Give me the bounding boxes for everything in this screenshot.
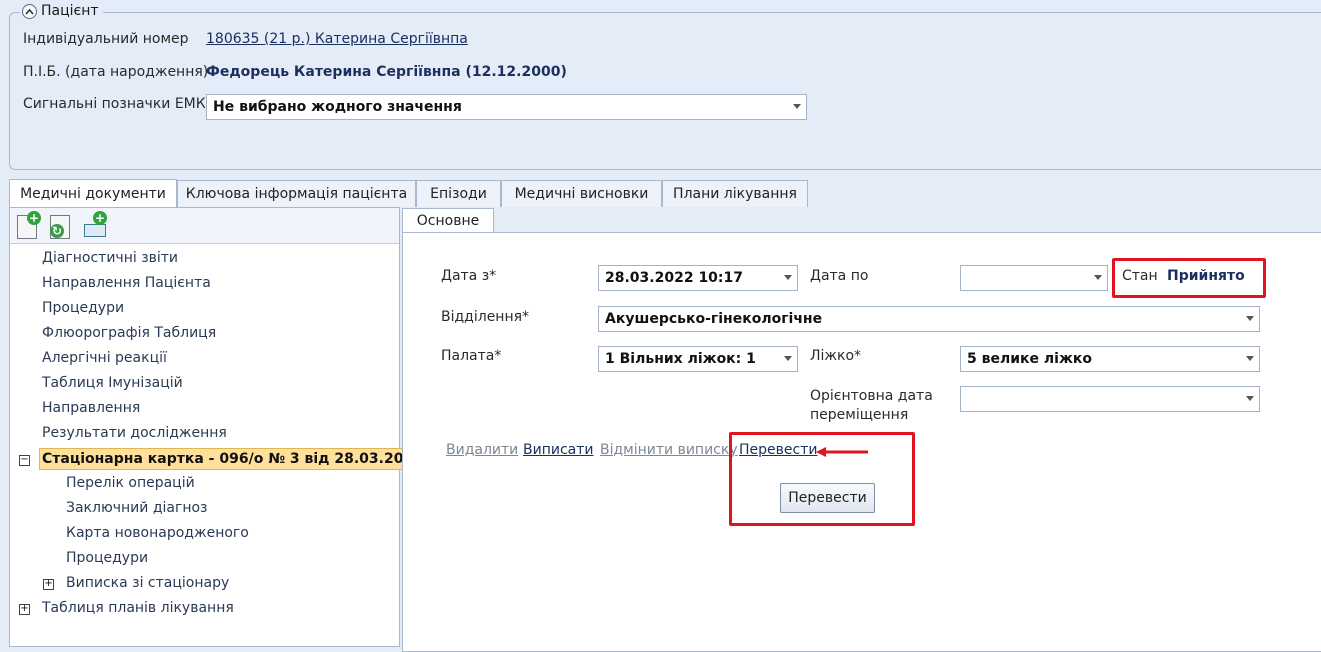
tree-item[interactable]: Направлення Пацієнта <box>42 275 211 291</box>
plus-icon: + <box>27 211 41 225</box>
signals-value: Не вибрано жодного значення <box>213 99 462 115</box>
tree-item[interactable]: Таблиця планів лікування <box>42 600 234 616</box>
tree-toolbar: + ↻ + <box>10 208 399 244</box>
dropdown-arrow-icon[interactable] <box>1094 275 1102 280</box>
department-value: Акушерсько-гінекологічне <box>605 311 823 327</box>
tree-child-item[interactable]: Карта новонародженого <box>66 525 249 541</box>
tree-item[interactable]: Таблиця Імунізацій <box>42 375 183 391</box>
tree-item[interactable]: Алергічні реакції <box>42 350 167 366</box>
tab-label: Епізоди <box>430 186 487 202</box>
tree-item[interactable]: Направлення <box>42 400 140 416</box>
date-from-value: 28.03.2022 10:17 <box>605 270 744 286</box>
tree-item[interactable]: Діагностичні звіти <box>42 250 178 266</box>
cancel-discharge-link[interactable]: Відмінити виписку <box>600 442 738 458</box>
tree-child-item[interactable]: Виписка зі стаціонару <box>66 575 229 591</box>
ward-field[interactable]: 1 Вільних ліжок: 1 <box>598 346 798 372</box>
tab-medical-documents[interactable]: Медичні документи <box>9 179 177 208</box>
red-arrow-icon <box>816 447 868 457</box>
dropdown-arrow-icon[interactable] <box>1246 316 1254 321</box>
move-date-field[interactable] <box>960 386 1260 412</box>
tab-key-info[interactable]: Ключова інформація пацієнта <box>177 180 416 207</box>
tab-label: Ключова інформація пацієнта <box>185 186 408 202</box>
tab-treatment-plans[interactable]: Плани лікування <box>662 180 808 207</box>
tab-label: Плани лікування <box>673 186 797 202</box>
transfer-link[interactable]: Перевести <box>739 442 817 458</box>
subtab-main[interactable]: Основне <box>402 208 494 233</box>
tree-item[interactable]: Результати дослідження <box>42 425 227 441</box>
date-to-label: Дата по <box>810 268 869 284</box>
arrow-icon: ↻ <box>50 224 64 238</box>
signals-label: Сигнальні позначки ЕМК <box>23 96 206 112</box>
signals-combo[interactable]: Не вибрано жодного значення <box>206 94 807 120</box>
date-to-field[interactable] <box>960 265 1108 291</box>
tree-child-item[interactable]: Процедури <box>66 550 148 566</box>
ward-value: 1 Вільних ліжок: 1 <box>605 351 756 367</box>
bed-icon <box>84 224 106 237</box>
patient-id-link[interactable]: 180635 (21 р.) Катерина Сергіївнпа <box>206 31 468 47</box>
tab-episodes[interactable]: Епізоди <box>416 180 501 207</box>
dropdown-arrow-icon[interactable] <box>784 356 792 361</box>
subtab-label: Основне <box>416 213 480 229</box>
ward-label: Палата* <box>441 348 502 364</box>
status-label: Стан <box>1122 268 1158 284</box>
tree-item-selected[interactable]: Стаціонарна картка - 096/о № 3 від 28.03… <box>39 448 430 470</box>
tree-item[interactable]: Процедури <box>42 300 124 316</box>
bed-value: 5 велике ліжко <box>967 351 1093 367</box>
transfer-button[interactable]: Перевести <box>780 483 875 513</box>
tab-label: Медичні висновки <box>514 186 649 202</box>
expand-icon[interactable]: + <box>43 579 54 590</box>
move-date-label-line1: Орієнтовна дата <box>810 388 933 404</box>
expand-icon[interactable]: + <box>19 604 30 615</box>
dropdown-arrow-icon[interactable] <box>784 275 792 280</box>
bed-label: Ліжко* <box>810 348 862 364</box>
add-document-button[interactable]: + <box>15 211 41 240</box>
tab-label: Медичні документи <box>20 186 166 202</box>
patient-section-title: Пацієнт <box>41 3 99 19</box>
tree-child-item[interactable]: Заключний діагноз <box>66 500 207 516</box>
refresh-document-button[interactable]: ↻ <box>48 214 74 240</box>
id-label: Індивідуальний номер <box>23 31 189 47</box>
dropdown-arrow-icon[interactable] <box>1246 356 1254 361</box>
move-date-label-line2: переміщення <box>810 407 909 423</box>
name-label: П.І.Б. (дата народження) <box>23 64 209 80</box>
date-from-field[interactable]: 28.03.2022 10:17 <box>598 265 798 291</box>
patient-section-header[interactable]: Пацієнт <box>20 3 103 19</box>
tree-item[interactable]: Флюорографія Таблиця <box>42 325 216 341</box>
tree-child-item[interactable]: Перелік операцій <box>66 475 195 491</box>
date-from-label: Дата з* <box>441 268 497 284</box>
patient-name: Федорець Катерина Сергіївнпа (12.12.2000… <box>206 64 567 80</box>
discharge-link[interactable]: Виписати <box>523 442 594 458</box>
bed-field[interactable]: 5 велике ліжко <box>960 346 1260 372</box>
dropdown-arrow-icon[interactable] <box>793 104 801 109</box>
add-bed-button[interactable]: + <box>82 211 108 240</box>
tab-medical-conclusions[interactable]: Медичні висновки <box>501 180 662 207</box>
status-value: Прийнято <box>1167 268 1245 284</box>
department-field[interactable]: Акушерсько-гінекологічне <box>598 306 1260 332</box>
collapse-icon[interactable]: − <box>19 455 30 466</box>
delete-link[interactable]: Видалити <box>446 442 518 458</box>
department-label: Відділення* <box>441 309 530 325</box>
collapse-chevron-icon[interactable] <box>22 3 37 19</box>
dropdown-arrow-icon[interactable] <box>1246 396 1254 401</box>
plus-icon: + <box>93 211 107 225</box>
